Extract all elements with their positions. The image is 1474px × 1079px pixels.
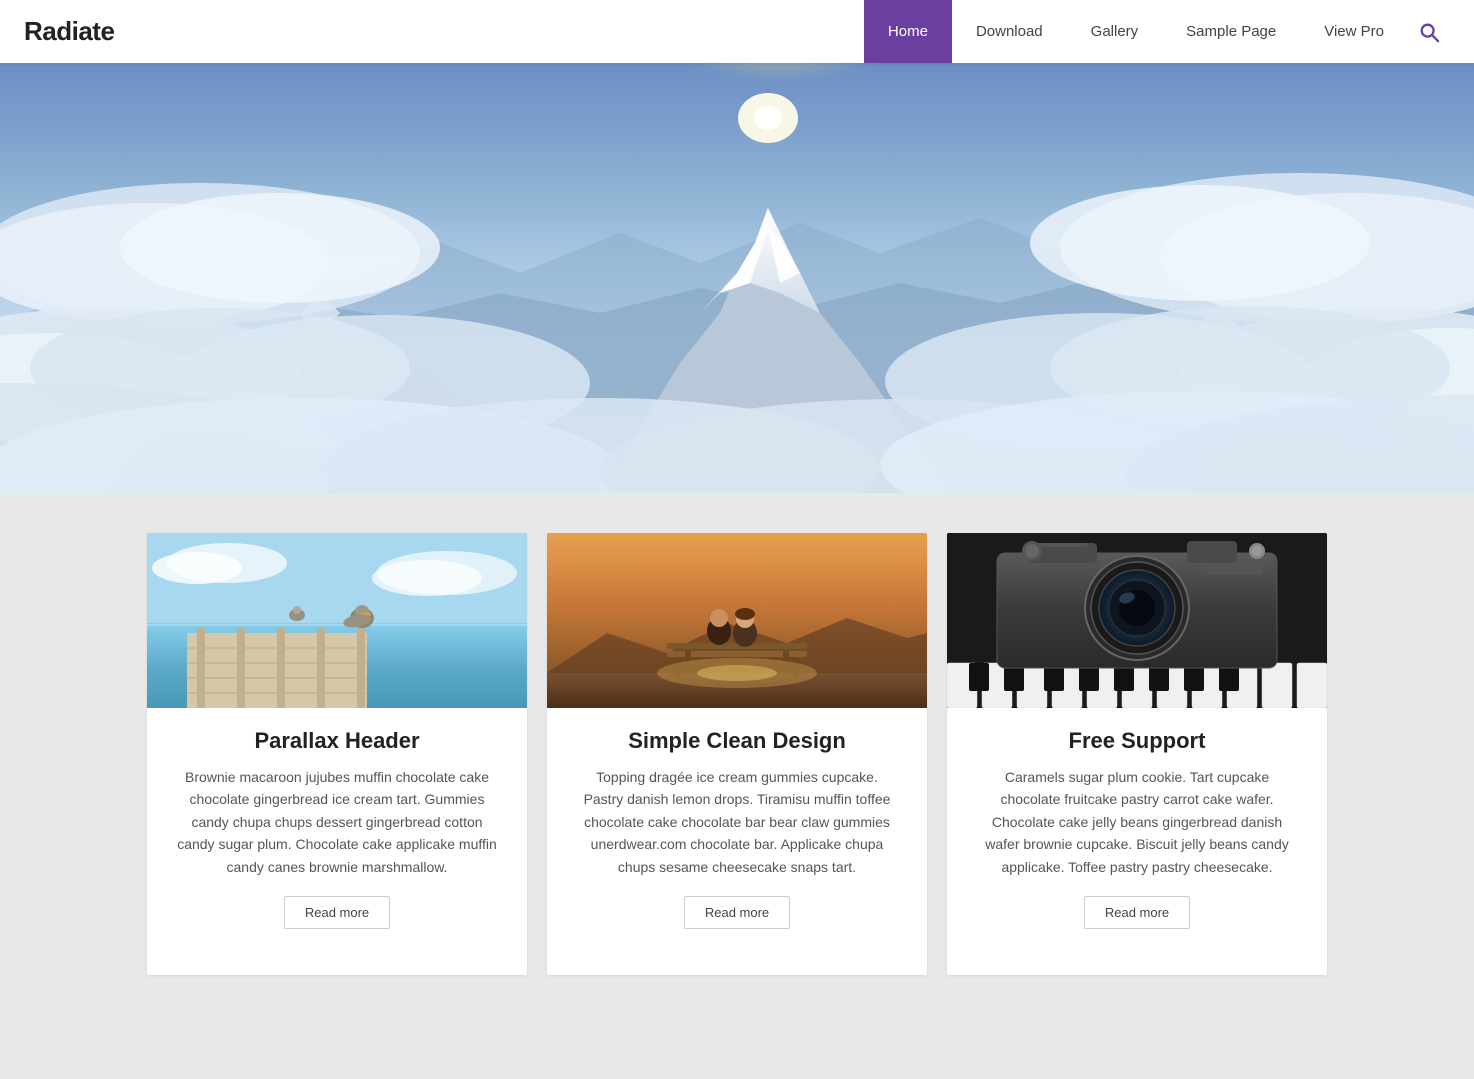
card-parallax-title: Parallax Header (254, 728, 419, 754)
card-clean-text: Topping dragée ice cream gummies cupcake… (577, 766, 897, 878)
card-clean-image (547, 533, 927, 708)
nav-item-download[interactable]: Download (952, 0, 1067, 63)
hero-section (0, 63, 1474, 493)
card-parallax: Parallax Header Brownie macaroon jujubes… (147, 533, 527, 975)
couple-image (547, 533, 927, 708)
card-support-image (947, 533, 1327, 708)
card-parallax-text: Brownie macaroon jujubes muffin chocolat… (177, 766, 497, 878)
card-support-read-more[interactable]: Read more (1084, 896, 1190, 929)
main-nav: Home Download Gallery Sample Page View P… (864, 0, 1450, 63)
card-clean-read-more[interactable]: Read more (684, 896, 790, 929)
nav-item-home[interactable]: Home (864, 0, 952, 63)
nav-item-view-pro[interactable]: View Pro (1300, 0, 1408, 63)
cards-container: Parallax Header Brownie macaroon jujubes… (137, 533, 1337, 975)
site-header: Radiate Home Download Gallery Sample Pag… (0, 0, 1474, 63)
card-clean-body: Simple Clean Design Topping dragée ice c… (547, 708, 927, 945)
card-support-title: Free Support (1069, 728, 1206, 754)
card-support: Free Support Caramels sugar plum cookie.… (947, 533, 1327, 975)
card-clean: Simple Clean Design Topping dragée ice c… (547, 533, 927, 975)
site-logo[interactable]: Radiate (24, 16, 114, 47)
card-parallax-image (147, 533, 527, 708)
pelican-image (147, 533, 527, 708)
search-icon (1418, 21, 1440, 43)
search-button[interactable] (1408, 11, 1450, 53)
camera-image (947, 533, 1327, 708)
main-content: Parallax Header Brownie macaroon jujubes… (0, 493, 1474, 1035)
nav-item-sample-page[interactable]: Sample Page (1162, 0, 1300, 63)
card-clean-title: Simple Clean Design (628, 728, 846, 754)
card-support-text: Caramels sugar plum cookie. Tart cupcake… (977, 766, 1297, 878)
card-parallax-read-more[interactable]: Read more (284, 896, 390, 929)
nav-item-gallery[interactable]: Gallery (1067, 0, 1163, 63)
hero-illustration (0, 63, 1474, 493)
card-support-body: Free Support Caramels sugar plum cookie.… (947, 708, 1327, 945)
card-parallax-body: Parallax Header Brownie macaroon jujubes… (147, 708, 527, 945)
